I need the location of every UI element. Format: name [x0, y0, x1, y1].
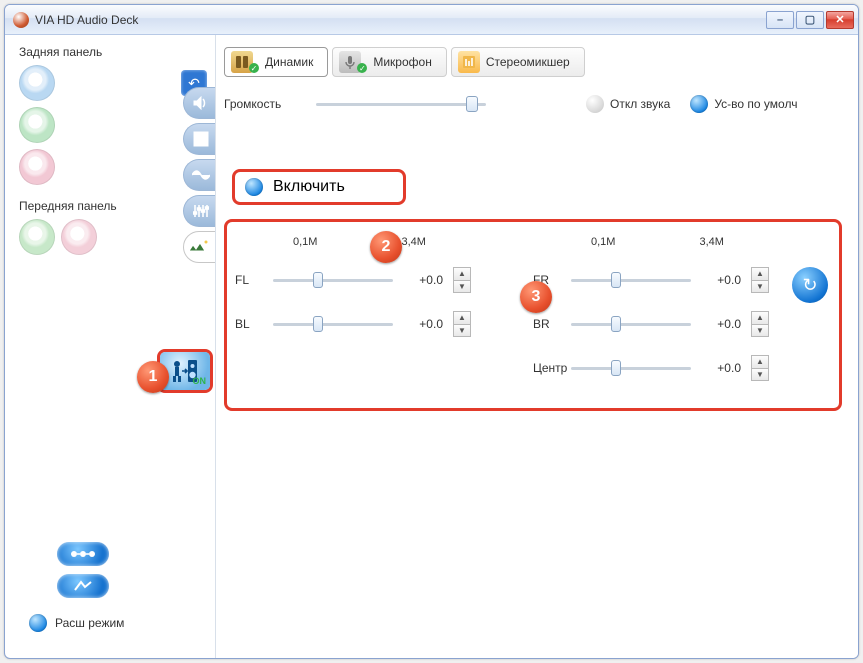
side-wave-icon[interactable] [183, 159, 217, 191]
titlebar: VIA HD Audio Deck – ▢ ✕ [5, 5, 858, 35]
tab-mic[interactable]: ✓ Микрофон [332, 47, 446, 77]
distance-spinner[interactable]: ▲▼ [751, 355, 769, 381]
check-icon: ✓ [357, 63, 367, 73]
tab-mic-label: Микрофон [373, 55, 431, 69]
scale-max: 3,4M [401, 236, 425, 248]
rear-panel-label: Задняя панель [19, 45, 207, 59]
distance-spinner[interactable]: ▲▼ [751, 267, 769, 293]
app-icon [13, 12, 29, 28]
channel-label: FL [235, 273, 273, 287]
side-buttons [183, 87, 217, 263]
maximize-button[interactable]: ▢ [796, 11, 824, 29]
distance-slider[interactable] [571, 271, 691, 289]
spinner-down-icon[interactable]: ▼ [751, 368, 769, 382]
enable-box: Включить [232, 169, 406, 205]
side-scene-icon[interactable] [183, 231, 217, 263]
jack-rear-green[interactable] [19, 107, 55, 143]
distance-slider[interactable] [273, 315, 393, 333]
jack-front-green[interactable] [19, 219, 55, 255]
advanced-mode-label: Расш режим [55, 616, 124, 630]
jack-rear-blue[interactable] [19, 65, 55, 101]
spinner-up-icon[interactable]: ▲ [453, 311, 471, 324]
distance-slider[interactable] [571, 359, 691, 377]
side-volume-icon[interactable] [183, 87, 217, 119]
distance-box: 0,1M3,4MFL+0.0▲▼BL+0.0▲▼ 0,1M3,4MFR+0.0▲… [224, 219, 842, 411]
main-panel: ✓ Динамик ✓ Микрофон Стереомикшер [215, 35, 858, 658]
spinner-down-icon[interactable]: ▼ [453, 280, 471, 294]
jack-front-pink[interactable] [61, 219, 97, 255]
spinner-down-icon[interactable]: ▼ [751, 324, 769, 338]
spinner-down-icon[interactable]: ▼ [751, 280, 769, 294]
channel-label: Центр [533, 361, 571, 375]
distance-slider[interactable] [571, 315, 691, 333]
spinner-up-icon[interactable]: ▲ [453, 267, 471, 280]
default-device-label: Ус-во по умолч [714, 97, 797, 111]
distance-spinner[interactable]: ▲▼ [453, 267, 471, 293]
scale-min: 0,1M [293, 236, 317, 248]
distance-value: +0.0 [691, 273, 741, 287]
channel-row: Центр +0.0 ▲▼ [533, 346, 831, 390]
advanced-mode-toggle[interactable] [29, 614, 47, 632]
check-icon: ✓ [249, 63, 259, 73]
tab-mixer[interactable]: Стереомикшер [451, 47, 585, 77]
channel-row: FL +0.0 ▲▼ [235, 258, 533, 302]
distance-value: +0.0 [691, 317, 741, 331]
channel-label: BR [533, 317, 571, 331]
enable-toggle[interactable] [245, 178, 263, 196]
channel-row: FR+0.0▲▼ [533, 258, 831, 302]
tab-mixer-label: Стереомикшер [486, 55, 570, 69]
volume-label: Громкость [224, 97, 296, 111]
marker-1: 1 [137, 361, 169, 393]
mute-label: Откл звука [610, 97, 670, 111]
mute-toggle[interactable] [586, 95, 604, 113]
on-badge: ON [193, 376, 207, 386]
tab-speaker-label: Динамик [265, 55, 313, 69]
marker-3: 3 [520, 281, 552, 313]
side-equalizer-icon[interactable] [183, 195, 217, 227]
distance-value: +0.0 [691, 361, 741, 375]
spinner-up-icon[interactable]: ▲ [751, 355, 769, 368]
marker-2: 2 [370, 231, 402, 263]
default-device-toggle[interactable] [690, 95, 708, 113]
distance-value: +0.0 [393, 317, 443, 331]
distance-spinner[interactable]: ▲▼ [453, 311, 471, 337]
distance-value: +0.0 [393, 273, 443, 287]
side-channels-icon[interactable] [183, 123, 217, 155]
distance-slider[interactable] [273, 271, 393, 289]
channel-row: BL +0.0 ▲▼ [235, 302, 533, 346]
connector-button[interactable] [57, 542, 109, 566]
enhancement-button[interactable] [57, 574, 109, 598]
channel-label: BL [235, 317, 273, 331]
channel-row: BR +0.0 ▲▼ [533, 302, 831, 346]
jack-rear-pink[interactable] [19, 149, 55, 185]
minimize-button[interactable]: – [766, 11, 794, 29]
app-window: VIA HD Audio Deck – ▢ ✕ Задняя панель ↶ … [4, 4, 859, 659]
scale-min: 0,1M [591, 236, 615, 248]
enable-label: Включить [273, 178, 345, 196]
front-panel-label: Передняя панель [19, 199, 207, 213]
tabs: ✓ Динамик ✓ Микрофон Стереомикшер [224, 47, 842, 77]
mixer-icon [458, 51, 480, 73]
left-panel: Задняя панель ↶ Передняя панель [5, 35, 215, 658]
scale-max: 3,4M [699, 236, 723, 248]
tab-speaker[interactable]: ✓ Динамик [224, 47, 328, 77]
spinner-up-icon[interactable]: ▲ [751, 267, 769, 280]
close-button[interactable]: ✕ [826, 11, 854, 29]
window-title: VIA HD Audio Deck [35, 13, 766, 27]
volume-slider[interactable] [316, 95, 486, 113]
distance-spinner[interactable]: ▲▼ [751, 311, 769, 337]
spinner-up-icon[interactable]: ▲ [751, 311, 769, 324]
spinner-down-icon[interactable]: ▼ [453, 324, 471, 338]
